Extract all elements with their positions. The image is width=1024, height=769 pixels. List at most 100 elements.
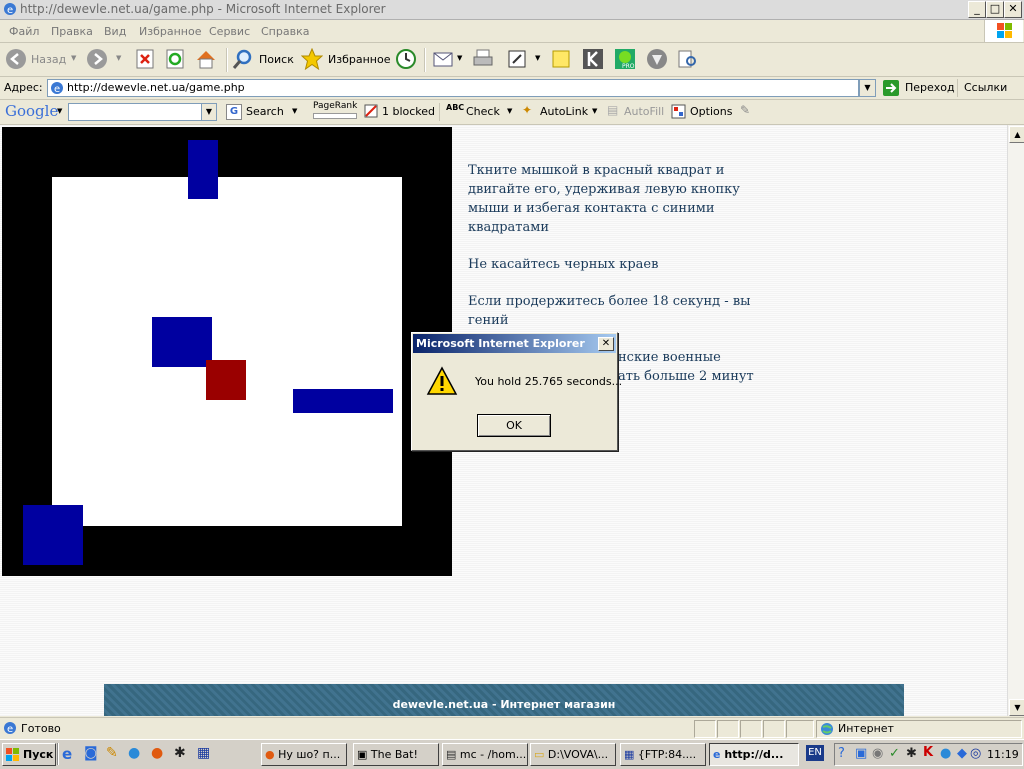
k-icon[interactable] [582,48,604,70]
globe-tray-icon[interactable]: ● [940,746,951,761]
app-quicklaunch-icon[interactable]: ✱ [174,745,190,761]
back-icon[interactable] [5,48,27,70]
ie-quicklaunch-icon[interactable]: e [62,745,78,763]
dialog-message: You hold 25.765 seconds... [475,375,623,388]
monitor-tray-icon[interactable]: ✓ [889,746,900,761]
spellcheck-icon[interactable]: ABC [446,103,464,112]
autolink-button[interactable]: AutoLink [540,105,588,118]
edit-icon[interactable] [506,48,528,70]
check-dropdown-icon[interactable]: ▼ [507,107,512,115]
alert-dialog: Microsoft Internet Explorer ✕ You hold 2… [411,332,622,451]
check-button[interactable]: Check [466,105,500,118]
language-indicator[interactable]: EN [806,745,824,761]
shield-icon[interactable] [646,48,668,70]
back-button[interactable]: Назад [31,53,66,66]
research-icon[interactable] [676,48,698,70]
task-firefox[interactable]: ● Ну шо? п... [261,743,347,766]
toolbar-separator [424,48,426,72]
options-icon[interactable] [671,104,686,119]
forward-icon[interactable] [86,48,108,70]
history-icon[interactable] [395,48,417,70]
kaspersky-tray-icon[interactable]: K [923,745,933,760]
network-tray-icon[interactable]: ▣ [855,746,867,761]
autolink-wand-icon[interactable]: ✦ [522,103,532,117]
options-button[interactable]: Options [690,105,732,118]
dialog-title-bar[interactable]: Microsoft Internet Explorer ✕ [413,334,616,353]
close-window-button[interactable]: ✕ [1004,1,1022,18]
back-dropdown-icon[interactable]: ▼ [71,54,76,62]
task-folder[interactable]: ▭ D:\VOVA\... [530,743,616,766]
forward-dropdown-icon[interactable]: ▼ [116,54,121,62]
search-dropdown-icon[interactable]: ▼ [292,107,297,115]
scroll-up-icon[interactable]: ▲ [1009,126,1024,143]
minimize-button[interactable]: _ [968,1,986,18]
pencil-quicklaunch-icon[interactable]: ✎ [106,745,122,761]
standard-toolbar: Назад ▼ ▼ Поиск Избранное ▼ ▼ PRO [0,43,1024,77]
shield-tray-icon[interactable]: ◉ [872,746,883,761]
shop-banner[interactable]: dewevle.net.ua - Интернет магазин [104,684,904,716]
toolbar-separator [226,48,228,72]
clock[interactable]: 11:19 [987,748,1019,761]
task-label: http://d... [724,748,784,761]
menu-favorites[interactable]: Избранное [139,25,201,38]
autolink-dropdown-icon[interactable]: ▼ [592,107,597,115]
task-ie[interactable]: e http://d... [709,743,799,766]
google-search-input[interactable] [68,103,202,121]
popup-blocker-icon[interactable] [364,104,378,118]
favorites-button[interactable]: Избранное [328,53,390,66]
icq-pro-icon[interactable]: PRO [614,48,636,70]
instruction-drag: Ткните мышкой в красный квадрат и двигай… [468,163,740,235]
mail-icon[interactable] [432,48,454,70]
help-tray-icon[interactable]: ? [838,746,845,761]
menu-edit[interactable]: Правка [51,25,93,38]
go-button[interactable]: Переход [905,81,955,94]
links-button[interactable]: Ссылки [964,81,1007,94]
google-search-dropdown-icon[interactable]: ▼ [201,103,217,121]
status-cell [694,720,716,738]
dialog-title: Microsoft Internet Explorer [416,337,585,350]
address-dropdown-icon[interactable]: ▼ [859,79,876,97]
google-logo[interactable]: Google [5,102,58,120]
discuss-icon[interactable] [550,48,572,70]
refresh-icon[interactable] [164,48,186,70]
audio-tray-icon[interactable]: ◎ [970,746,981,761]
edit-dropdown-icon[interactable]: ▼ [535,54,540,62]
menu-tools[interactable]: Сервис [209,25,250,38]
google-menu-dropdown-icon[interactable]: ▼ [57,107,62,115]
menu-file[interactable]: Файл [9,25,39,38]
menu-help[interactable]: Справка [261,25,309,38]
mail-dropdown-icon[interactable]: ▼ [457,54,462,62]
dialog-close-icon[interactable]: ✕ [598,337,614,351]
highlight-pencil-icon[interactable]: ✎ [740,103,750,117]
stop-icon[interactable] [134,48,156,70]
tool-tray-icon[interactable]: ✱ [906,746,917,761]
task-ftp[interactable]: ▦ {FTP:84.... [620,743,706,766]
volume-tray-icon[interactable]: ◆ [957,746,967,761]
google-search-button[interactable]: Search [246,105,284,118]
ok-button[interactable]: OK [477,414,551,437]
zone-text: Интернет [838,722,894,735]
firefox-quicklaunch-icon[interactable]: ● [151,745,167,761]
far-quicklaunch-icon[interactable]: ▦ [197,745,213,761]
scroll-down-icon[interactable]: ▼ [1009,699,1024,716]
game-board[interactable] [2,127,452,576]
maximize-button[interactable]: □ [986,1,1004,18]
start-button[interactable]: Пуск [2,743,56,766]
search-icon[interactable] [232,48,254,70]
red-square[interactable] [206,360,246,400]
popup-blocked-count[interactable]: 1 blocked [382,105,435,118]
print-icon[interactable] [472,48,494,70]
vertical-scrollbar[interactable]: ▲ ▼ [1007,125,1024,716]
globe-quicklaunch-icon[interactable]: ● [128,745,144,761]
task-mc[interactable]: ▤ mc - /hom... [442,743,528,766]
search-button[interactable]: Поиск [259,53,294,66]
address-bar: Адрес: e http://dewevle.net.ua/game.php … [0,77,1024,100]
task-thebat[interactable]: ▣ The Bat! [353,743,439,766]
go-arrow-icon[interactable] [882,79,900,97]
address-input[interactable]: e http://dewevle.net.ua/game.php [47,79,859,97]
outlook-quicklaunch-icon[interactable]: ◙ [84,745,100,761]
favorites-star-icon[interactable] [301,48,323,70]
page-icon: e [51,82,63,95]
menu-view[interactable]: Вид [104,25,126,38]
home-icon[interactable] [195,48,217,70]
